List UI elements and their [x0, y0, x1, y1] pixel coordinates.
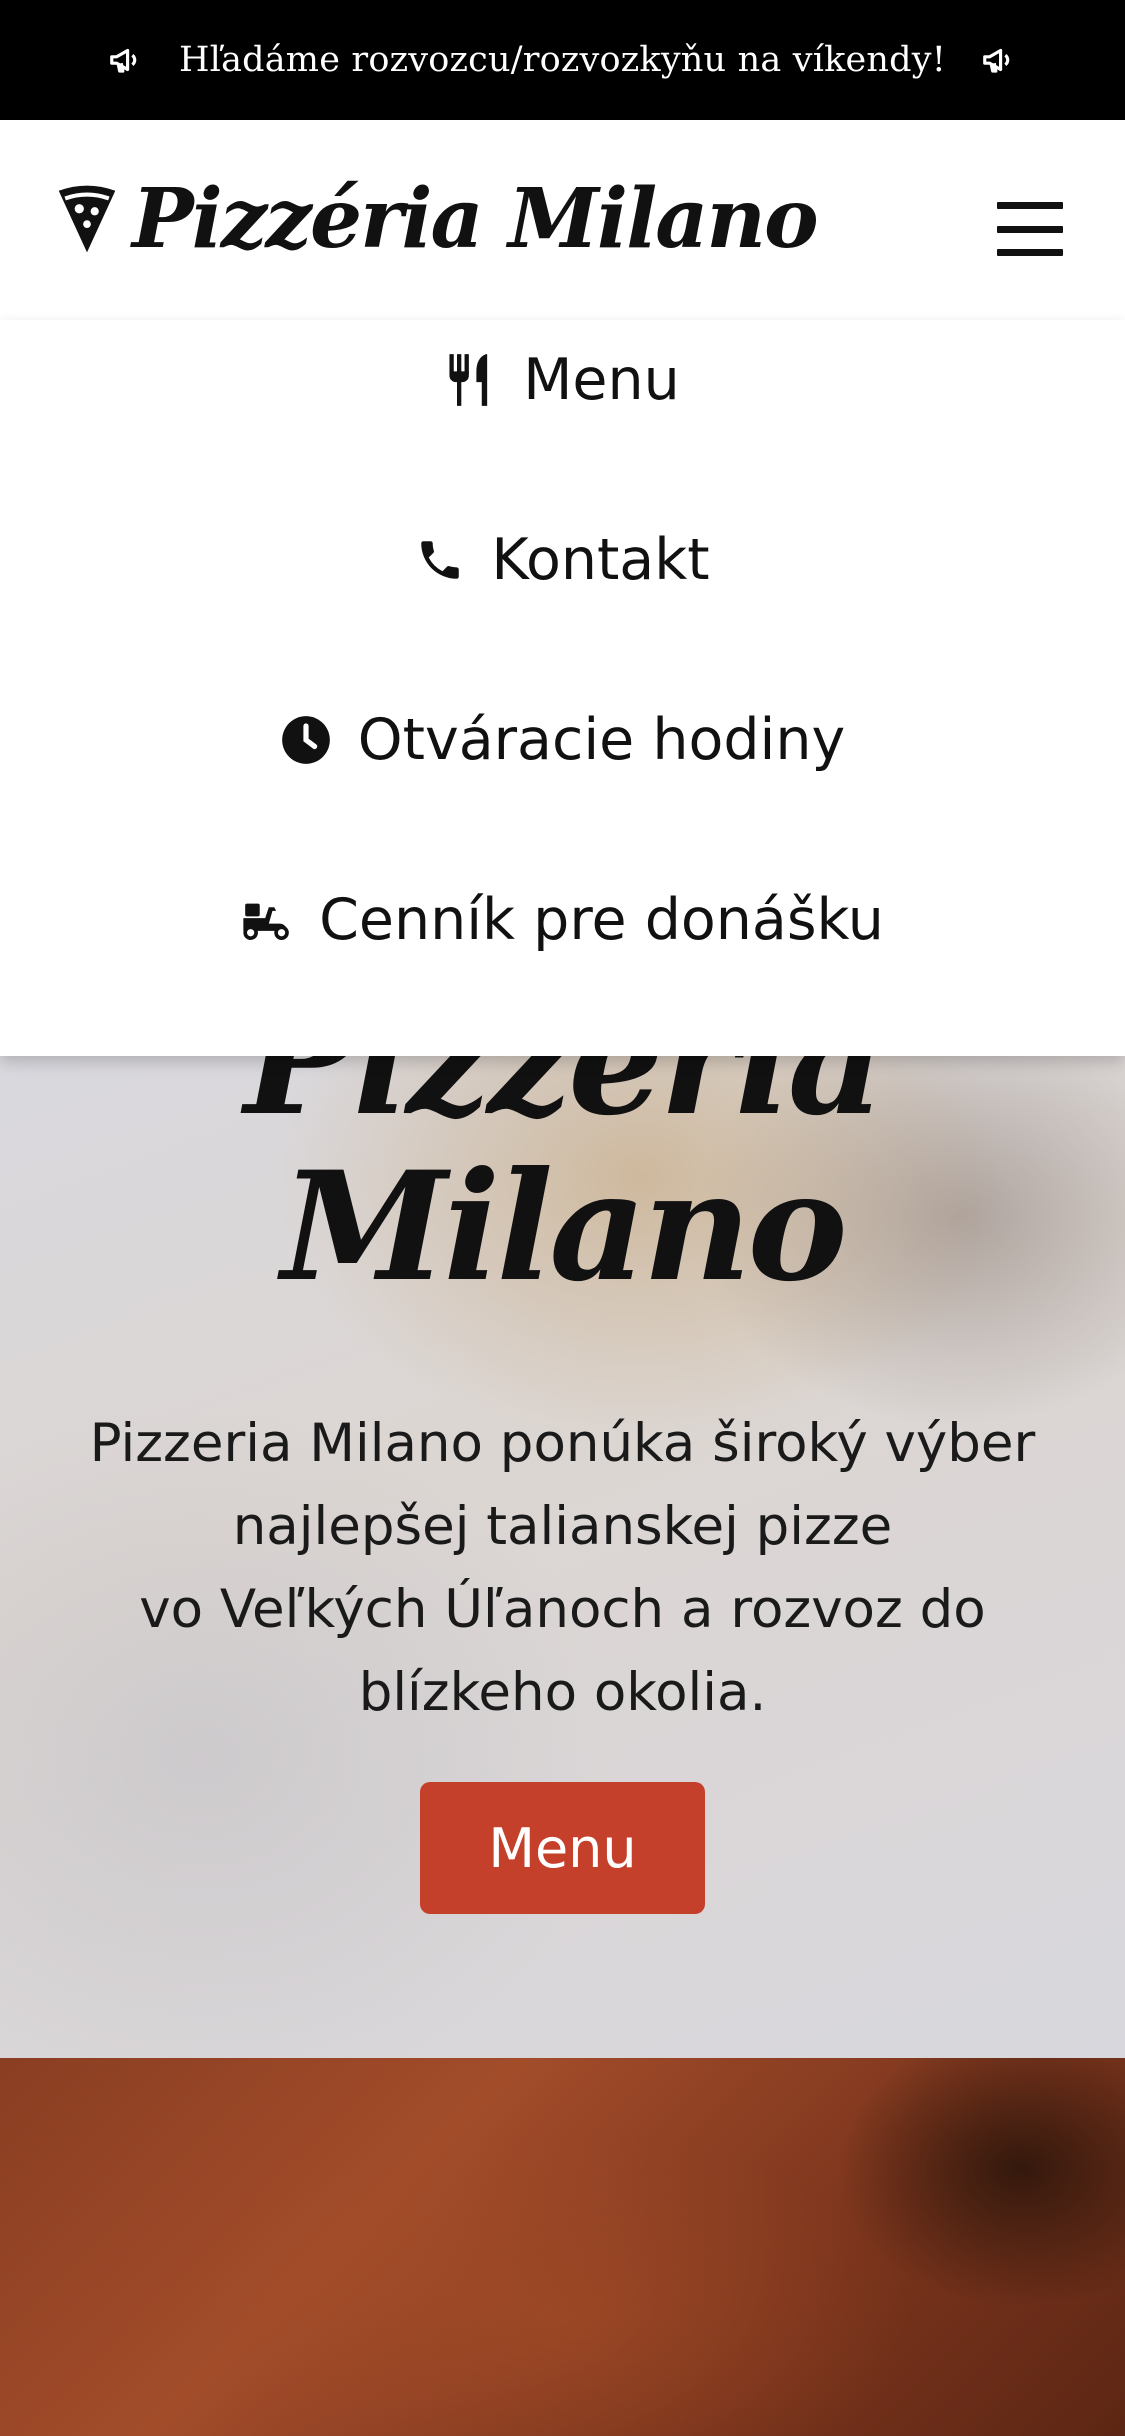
megaphone-icon	[980, 41, 1018, 79]
hero-section: Pizzéria Milano Pizzeria Milano ponúka š…	[0, 1056, 1125, 2058]
hero-description-line: najlepšej talianskej pizze	[232, 1496, 893, 1557]
hero-description-line: Pizzeria Milano ponúka široký výber	[89, 1413, 1036, 1474]
pizza-background-image	[0, 2058, 1125, 2436]
clock-icon	[280, 714, 332, 766]
nav-item-cennik-donaska[interactable]: Cenník pre donášku	[0, 860, 1125, 980]
hero-description-line: vo Veľkých Úľanoch a rozvoz do	[139, 1579, 986, 1640]
pizza-slice-icon	[56, 183, 118, 255]
hamburger-icon[interactable]	[997, 202, 1063, 256]
scooter-icon	[241, 900, 293, 940]
logo-text: Pizzéria Milano	[132, 171, 819, 267]
nav-item-kontakt[interactable]: Kontakt	[0, 500, 1125, 620]
announcement-text: Hľadáme rozvozcu/rozvozkyňu na víkendy!	[178, 40, 947, 80]
utensils-icon	[445, 352, 497, 408]
nav-item-menu[interactable]: Menu	[0, 320, 1125, 440]
nav-menu: Menu Kontakt Otváracie hodiny Cenník pre…	[0, 320, 1125, 1056]
hero-menu-button[interactable]: Menu	[420, 1782, 705, 1914]
megaphone-icon	[107, 41, 145, 79]
hero-title-line-1: Pizzéria	[244, 1056, 885, 1149]
nav-item-label: Menu	[523, 347, 680, 413]
hero-description: Pizzeria Milano ponúka široký výber najl…	[60, 1402, 1065, 1734]
announcement-bar: Hľadáme rozvozcu/rozvozkyňu na víkendy!	[0, 0, 1125, 120]
nav-item-label: Kontakt	[491, 527, 710, 593]
site-logo[interactable]: Pizzéria Milano	[56, 171, 819, 267]
phone-icon	[415, 535, 465, 585]
hero-description-line: blízkeho okolia.	[358, 1662, 767, 1723]
nav-item-oteviracie-hodiny[interactable]: Otváracie hodiny	[0, 680, 1125, 800]
hero-title-line-2: Milano	[281, 1139, 847, 1315]
site-header: Pizzéria Milano	[0, 120, 1125, 335]
nav-item-label: Cenník pre donášku	[319, 887, 884, 953]
nav-item-label: Otváracie hodiny	[357, 707, 846, 773]
